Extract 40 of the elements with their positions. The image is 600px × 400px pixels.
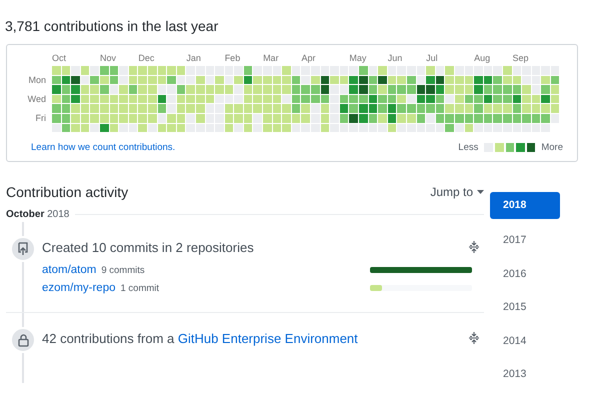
activity-title: Contribution activity [6, 184, 128, 200]
activity-summary: 42 contributions from a GitHub Enterprise Environment [42, 330, 358, 346]
month-label: Feb [224, 52, 240, 64]
month-heading: October 2018 [6, 209, 70, 220]
year-link[interactable]: 2016 [490, 252, 560, 286]
month-label: Sep [512, 52, 529, 64]
contributions-heading: 3,781 contributions in the last year [5, 18, 220, 34]
month-label: Mar [263, 52, 279, 64]
year-link[interactable]: 2015 [490, 286, 560, 320]
year-link[interactable]: 2014 [490, 320, 560, 353]
jump-to-button[interactable]: Jump to [430, 185, 484, 200]
month-label: Aug [474, 52, 490, 64]
lock-icon [18, 334, 28, 347]
enterprise-link[interactable]: GitHub Enterprise Environment [178, 330, 358, 346]
month-label: Jul [426, 52, 438, 64]
repo-link[interactable]: atom/atom [42, 264, 96, 276]
month-label: Jan [186, 52, 201, 64]
day-label: Mon [28, 76, 47, 84]
month-label: Nov [100, 52, 116, 64]
year-link[interactable]: 2017 [490, 219, 560, 252]
caret-icon [477, 190, 484, 194]
legend-more: More [541, 142, 563, 154]
learn-link[interactable]: Learn how we count contributions. [31, 142, 176, 154]
month-label: Oct [52, 52, 66, 64]
day-label: Wed [28, 94, 47, 104]
day-label: Fri [36, 114, 47, 123]
commit-count: 9 commits [101, 264, 145, 276]
fold-icon[interactable] [468, 241, 480, 254]
repo-push-icon [17, 242, 29, 256]
month-label: Apr [301, 52, 316, 64]
year-link[interactable]: 2018 [490, 192, 560, 219]
month-label: May [349, 52, 366, 64]
month-label: Jun [388, 52, 402, 64]
year-link[interactable]: 2013 [490, 353, 560, 386]
commit-count: 1 commit [120, 282, 160, 294]
repo-link[interactable]: ezom/my-repo [42, 282, 116, 294]
month-label: Dec [138, 52, 154, 64]
fold-icon[interactable] [468, 332, 480, 344]
legend-less: Less [458, 142, 478, 154]
activity-summary: Created 10 commits in 2 repositories [42, 240, 254, 255]
